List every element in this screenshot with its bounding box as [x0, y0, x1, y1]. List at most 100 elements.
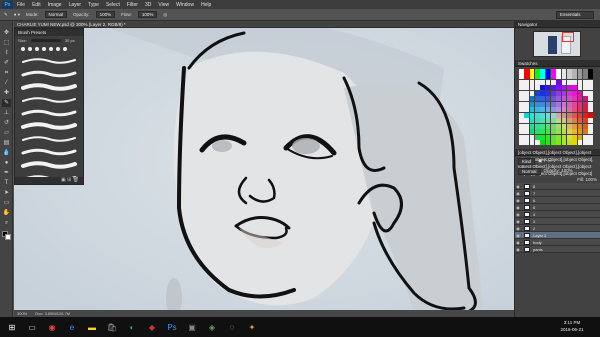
- color-swatch[interactable]: [561, 112, 567, 118]
- color-swatch[interactable]: [534, 69, 540, 74]
- menu-edit[interactable]: Edit: [32, 2, 41, 8]
- color-swatch[interactable]: [534, 90, 540, 96]
- lasso-tool-icon[interactable]: ℓ: [2, 49, 11, 57]
- layer-visibility-icon[interactable]: ◉: [515, 198, 521, 203]
- color-swatch[interactable]: [588, 96, 593, 102]
- color-swatch[interactable]: [524, 96, 530, 102]
- color-swatch[interactable]: [572, 129, 578, 135]
- color-swatch[interactable]: [534, 118, 540, 124]
- navigator-thumbnail[interactable]: [533, 31, 581, 57]
- color-swatch[interactable]: [540, 129, 546, 135]
- color-swatch[interactable]: [582, 123, 588, 129]
- color-swatch[interactable]: [561, 140, 567, 145]
- color-swatch[interactable]: [550, 129, 556, 135]
- color-swatch[interactable]: [534, 112, 540, 118]
- color-swatch[interactable]: [577, 118, 583, 124]
- color-swatch[interactable]: [540, 74, 546, 80]
- color-swatch[interactable]: [540, 101, 546, 107]
- color-swatch[interactable]: [572, 79, 578, 85]
- color-swatch[interactable]: [588, 85, 593, 91]
- color-swatch[interactable]: [582, 74, 588, 80]
- color-swatch[interactable]: [566, 69, 572, 74]
- menu-filter[interactable]: Filter: [127, 2, 138, 8]
- background-color-swatch[interactable]: [5, 234, 11, 240]
- eraser-tool-icon[interactable]: ▱: [2, 129, 11, 137]
- menu-3d[interactable]: 3D: [145, 2, 151, 8]
- color-swatch[interactable]: [524, 129, 530, 135]
- brush-preset-item[interactable]: [21, 133, 77, 144]
- color-swatch[interactable]: [561, 101, 567, 107]
- color-swatch[interactable]: [556, 96, 562, 102]
- color-swatch[interactable]: [561, 134, 567, 140]
- layer-row[interactable]: ◉ 6: [515, 197, 600, 204]
- color-swatch[interactable]: [524, 140, 530, 145]
- photoshop-taskbar-icon[interactable]: Ps: [164, 319, 180, 335]
- crop-tool-icon[interactable]: ⌗: [2, 69, 11, 77]
- color-swatch[interactable]: [534, 79, 540, 85]
- color-swatch[interactable]: [588, 74, 593, 80]
- color-swatch[interactable]: [529, 79, 535, 85]
- color-swatch[interactable]: [545, 112, 551, 118]
- layer-blend-select[interactable]: Normal: [518, 168, 541, 175]
- color-swatch[interactable]: [540, 90, 546, 96]
- layer-visibility-icon[interactable]: ◉: [515, 233, 521, 238]
- color-swatch[interactable]: [519, 101, 524, 107]
- brush-preset-item[interactable]: [21, 159, 77, 170]
- chrome-icon[interactable]: ◉: [44, 319, 60, 335]
- color-swatch[interactable]: [577, 96, 583, 102]
- color-swatch[interactable]: [577, 90, 583, 96]
- color-swatch[interactable]: [545, 90, 551, 96]
- color-swatch[interactable]: [540, 118, 546, 124]
- layer-visibility-icon[interactable]: ◉: [515, 205, 521, 210]
- layer-kind-select[interactable]: Kind: [518, 158, 536, 165]
- color-swatch[interactable]: [588, 134, 593, 140]
- color-swatch[interactable]: [529, 140, 535, 145]
- document-tab[interactable]: CHARLIE YUM! NEW.psd @ 300% (Layer 2, RG…: [14, 21, 514, 28]
- color-swatch[interactable]: [534, 74, 540, 80]
- color-swatch[interactable]: [556, 118, 562, 124]
- color-swatch[interactable]: [524, 118, 530, 124]
- color-swatch[interactable]: [561, 123, 567, 129]
- color-swatch[interactable]: [582, 79, 588, 85]
- dodge-tool-icon[interactable]: ●: [2, 159, 11, 167]
- color-swatch[interactable]: [561, 96, 567, 102]
- color-swatch[interactable]: [588, 101, 593, 107]
- brush-tip[interactable]: [42, 47, 46, 51]
- mode-select[interactable]: Normal: [44, 11, 68, 18]
- menu-view[interactable]: View: [158, 2, 169, 8]
- brush-panel-footer-icons[interactable]: ▣ ⊞ 🗑: [15, 177, 83, 184]
- color-swatch[interactable]: [545, 96, 551, 102]
- color-swatch[interactable]: [545, 74, 551, 80]
- layer-row[interactable]: ◉ 4: [515, 211, 600, 218]
- color-swatch[interactable]: [534, 107, 540, 113]
- color-swatch[interactable]: [556, 134, 562, 140]
- brush-preset-item[interactable]: [21, 55, 77, 66]
- color-swatch[interactable]: [566, 79, 572, 85]
- color-swatch[interactable]: [566, 74, 572, 80]
- color-swatch[interactable]: [582, 96, 588, 102]
- workspace-select[interactable]: Essentials: [556, 11, 594, 19]
- color-swatch[interactable]: [519, 85, 524, 91]
- color-swatch[interactable]: [572, 107, 578, 113]
- app-icon[interactable]: ◈: [204, 319, 220, 335]
- color-swatch[interactable]: [566, 107, 572, 113]
- brush-preset-item[interactable]: [21, 120, 77, 131]
- color-swatch[interactable]: [524, 123, 530, 129]
- color-swatch[interactable]: [566, 112, 572, 118]
- color-swatch[interactable]: [545, 107, 551, 113]
- hand-tool-icon[interactable]: ✋: [2, 209, 11, 217]
- color-swatch[interactable]: [529, 101, 535, 107]
- history-brush-icon[interactable]: ↺: [2, 119, 11, 127]
- color-swatch[interactable]: [550, 96, 556, 102]
- color-swatch[interactable]: [556, 112, 562, 118]
- color-swatch[interactable]: [556, 140, 562, 145]
- color-swatch[interactable]: [572, 134, 578, 140]
- color-swatch[interactable]: [582, 112, 588, 118]
- color-swatch[interactable]: [577, 112, 583, 118]
- marquee-tool-icon[interactable]: ⬚: [2, 39, 11, 47]
- app-icon[interactable]: ✦: [244, 319, 260, 335]
- color-swatch[interactable]: [588, 112, 593, 118]
- color-swatch[interactable]: [572, 118, 578, 124]
- layer-visibility-icon[interactable]: ◉: [515, 247, 521, 252]
- color-swatch[interactable]: [550, 123, 556, 129]
